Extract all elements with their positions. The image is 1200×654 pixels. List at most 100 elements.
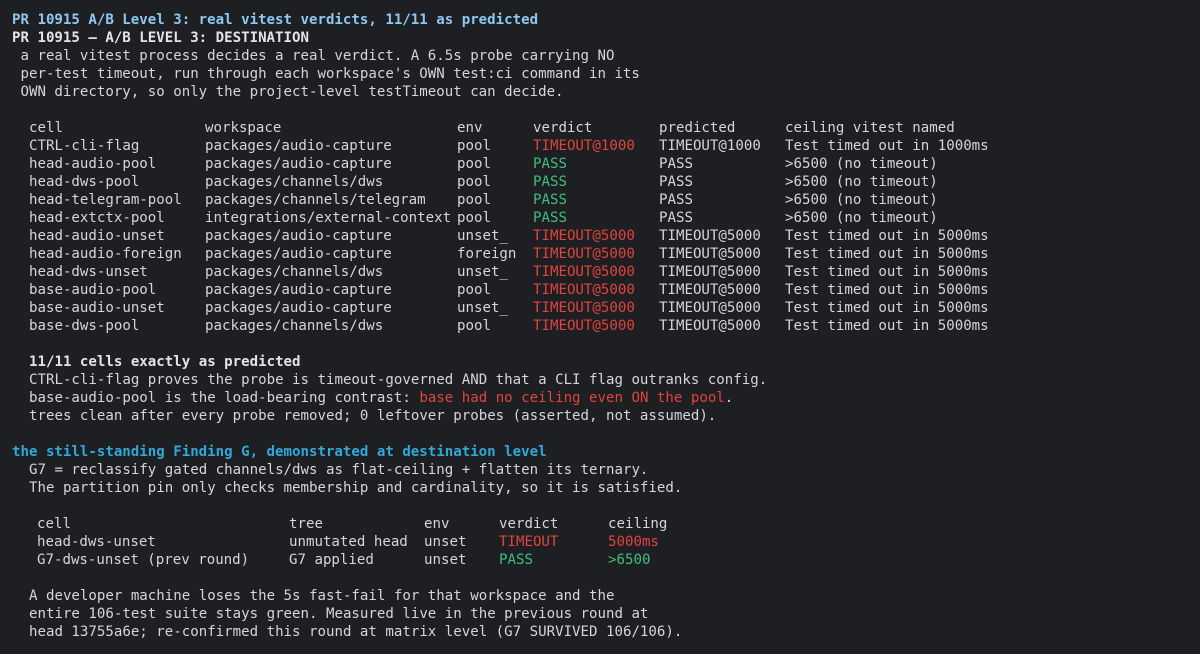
finding-table-row: head-dws-unset unmutated head unset TIMEOUT… [12,533,1188,551]
row-env: pool [457,174,491,190]
finding-desc-line: G7 = reclassify gated channels/dws as fl… [29,462,649,478]
summary-heading: 11/11 cells exactly as predicted [29,354,301,370]
table-row: base-audio-pool packages/audio-capture poo… [12,281,1188,299]
row-verdict: TIMEOUT@5000 [533,228,635,244]
row-workspace: packages/channels/telegram [205,192,426,208]
row-verdict: TIMEOUT@5000 [533,264,635,280]
row-ceiling: Test timed out in 5000ms [785,282,989,298]
finding-table-body: head-dws-unset unmutated head unset TIMEOUT… [12,533,1188,569]
row-workspace: packages/channels/dws [205,264,384,280]
table-header-row: cell workspace env verdict predicted cei… [12,119,1188,137]
row-env: unset_ [457,228,508,244]
row-workspace: packages/audio-capture [205,300,392,316]
col-header-env: env [457,120,483,136]
col-header-verdict: verdict [533,120,593,136]
finding-col-header-verdict: verdict [499,516,559,532]
row-env: pool [457,210,491,226]
finding-heading: the still-standing Finding G, demonstrat… [12,444,547,460]
finding-row-env: unset [424,552,467,568]
finding-row-ceiling: 5000ms [608,534,659,550]
summary-line: CTRL-cli-flag proves the probe is timeou… [29,372,768,388]
row-ceiling: >6500 (no timeout) [785,174,938,190]
intro-line: OWN directory, so only the project-level… [12,84,564,100]
row-cell: head-audio-unset [29,228,165,244]
row-cell: head-audio-foreign [29,246,182,262]
summary-line: trees clean after every probe removed; 0… [29,408,717,424]
finding-row-verdict: PASS [499,552,533,568]
col-header-ceiling: ceiling vitest named [785,120,955,136]
row-cell: base-audio-pool [29,282,157,298]
row-verdict: PASS [533,210,567,226]
row-cell: head-extctx-pool [29,210,165,226]
row-predicted: TIMEOUT@5000 [659,282,761,298]
intro-line: a real vitest process decides a real ver… [12,48,615,64]
row-ceiling: >6500 (no timeout) [785,156,938,172]
finding-table: cell tree env verdict ceiling head-dws-u… [12,515,1188,569]
closing-line: entire 106-test suite stays green. Measu… [29,606,649,622]
row-env: unset_ [457,264,508,280]
row-cell: head-telegram-pool [29,192,182,208]
row-cell: head-dws-pool [29,174,140,190]
row-workspace: packages/audio-capture [205,282,392,298]
row-env: unset_ [457,300,508,316]
table-row: head-audio-unset packages/audio-capture un… [12,227,1188,245]
row-workspace: packages/channels/dws [205,318,384,334]
finding-row-verdict: TIMEOUT [499,534,559,550]
finding-row-env: unset [424,534,467,550]
row-verdict: PASS [533,192,567,208]
row-env: pool [457,192,491,208]
row-ceiling: >6500 (no timeout) [785,210,938,226]
summary-line-prefix: base-audio-pool is the load-bearing cont… [29,390,420,406]
finding-table-header-row: cell tree env verdict ceiling [12,515,1188,533]
row-ceiling: Test timed out in 5000ms [785,228,989,244]
row-verdict: PASS [533,156,567,172]
row-cell: head-audio-pool [29,156,157,172]
row-predicted: TIMEOUT@5000 [659,264,761,280]
finding-col-header-cell: cell [37,516,71,532]
finding-col-header-env: env [424,516,450,532]
row-predicted: TIMEOUT@5000 [659,246,761,262]
finding-row-tree: G7 applied [289,552,374,568]
row-env: pool [457,138,491,154]
section-subtitle: PR 10915 — A/B LEVEL 3: DESTINATION [12,30,309,46]
row-workspace: packages/audio-capture [205,156,392,172]
row-cell: head-dws-unset [29,264,148,280]
finding-row-cell: head-dws-unset [37,534,156,550]
summary-highlight: base had no ceiling even ON the pool [419,390,725,406]
row-verdict: TIMEOUT@5000 [533,300,635,316]
summary-line: base-audio-pool is the load-bearing cont… [12,389,1188,407]
row-ceiling: Test timed out in 1000ms [785,138,989,154]
row-predicted: PASS [659,210,693,226]
table-row: base-dws-pool packages/channels/dws pool TI… [12,317,1188,335]
row-verdict: TIMEOUT@5000 [533,318,635,334]
col-header-workspace: workspace [205,120,282,136]
row-predicted: TIMEOUT@1000 [659,138,761,154]
table-body: CTRL-cli-flag packages/audio-capture pool T… [12,137,1188,335]
row-env: pool [457,156,491,172]
terminal-output: PR 10915 A/B Level 3: real vitest verdic… [0,0,1200,641]
page-title: PR 10915 A/B Level 3: real vitest verdic… [12,12,539,28]
table-row: head-telegram-pool packages/channels/tele… [12,191,1188,209]
row-cell: base-dws-pool [29,318,140,334]
finding-col-header-ceiling: ceiling [608,516,668,532]
row-ceiling: Test timed out in 5000ms [785,300,989,316]
row-verdict: TIMEOUT@5000 [533,282,635,298]
row-ceiling: Test timed out in 5000ms [785,246,989,262]
row-predicted: PASS [659,174,693,190]
row-ceiling: Test timed out in 5000ms [785,318,989,334]
row-ceiling: >6500 (no timeout) [785,192,938,208]
closing-line: A developer machine loses the 5s fast-fa… [29,588,615,604]
finding-row-ceiling: >6500 [608,552,651,568]
finding-row-cell: G7-dws-unset (prev round) [37,552,250,568]
row-predicted: PASS [659,192,693,208]
row-workspace: packages/audio-capture [205,228,392,244]
row-env: pool [457,282,491,298]
row-workspace: packages/audio-capture [205,138,392,154]
row-predicted: TIMEOUT@5000 [659,300,761,316]
table-row: base-audio-unset packages/audio-capture un… [12,299,1188,317]
row-workspace: integrations/external-context [205,210,452,226]
